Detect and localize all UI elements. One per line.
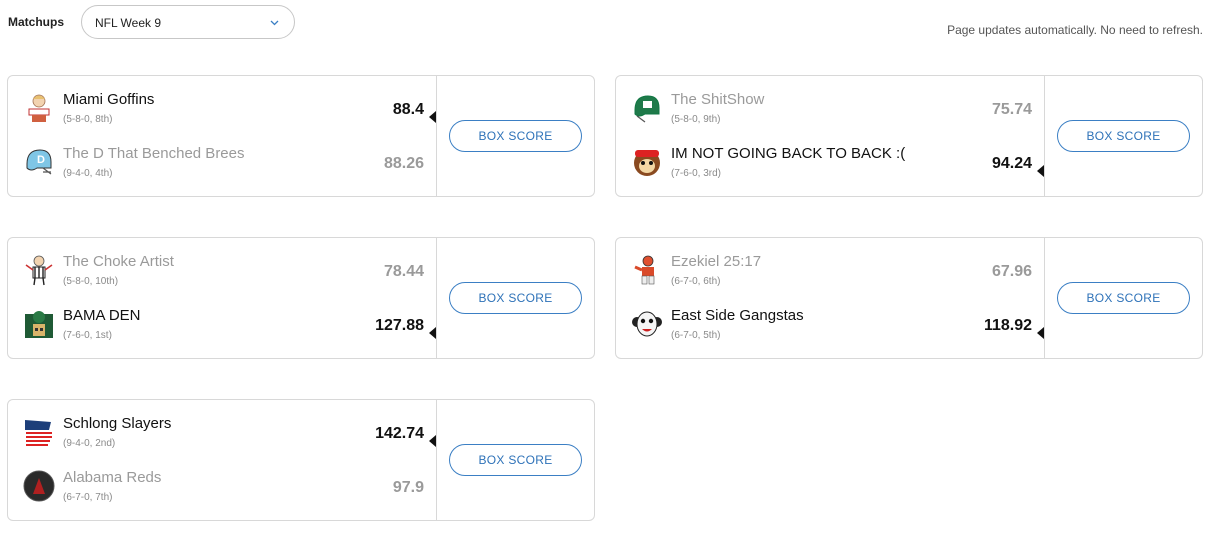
card-divider [1044, 76, 1045, 196]
card-divider [1044, 238, 1045, 358]
team-record: (5-8-0, 8th) [63, 114, 113, 125]
team-score: 142.74 [375, 425, 424, 442]
winner-arrow-icon [429, 111, 436, 123]
matchup-card: Ezekiel 25:17 (6-7-0, 6th) 67.96 East Si… [615, 237, 1203, 359]
box-score-button[interactable]: BOX SCORE [449, 282, 582, 314]
team-record: (9-4-0, 4th) [63, 168, 113, 179]
team-row[interactable]: The Choke Artist (5-8-0, 10th) 78.44 [8, 248, 436, 302]
team-record: (6-7-0, 6th) [671, 276, 721, 287]
svg-text:D: D [37, 154, 45, 166]
team-row[interactable]: East Side Gangstas (6-7-0, 5th) 118.92 [616, 302, 1044, 356]
team-name: IM NOT GOING BACK TO BACK :( [671, 145, 906, 162]
matchup-card: The ShitShow (5-8-0, 9th) 75.74 IM NOT G… [615, 75, 1203, 197]
chevron-down-icon [270, 20, 279, 26]
week-select-dropdown[interactable]: NFL Week 9 [81, 5, 295, 39]
team-record: (9-4-0, 2nd) [63, 438, 116, 449]
winner-arrow-icon [429, 435, 436, 447]
card-divider [436, 400, 437, 520]
team-row[interactable]: Ezekiel 25:17 (6-7-0, 6th) 67.96 [616, 248, 1044, 302]
matchups-label: Matchups [8, 15, 65, 29]
team-name: Alabama Reds [63, 469, 162, 486]
monkey-logo-icon [634, 150, 660, 176]
team-score: 78.44 [383, 263, 424, 280]
team-name: Miami Goffins [63, 91, 155, 108]
team-name: East Side Gangstas [671, 307, 804, 324]
team-record: (7-6-0, 3rd) [671, 168, 722, 179]
team-row[interactable]: The ShitShow (5-8-0, 9th) 75.74 [616, 86, 1044, 140]
team-row[interactable]: Schlong Slayers (9-4-0, 2nd) 142.74 [8, 410, 436, 464]
team-record: (7-6-0, 1st) [63, 330, 112, 341]
matchup-card: Schlong Slayers (9-4-0, 2nd) 142.74 Alab… [7, 399, 595, 521]
box-score-button[interactable]: BOX SCORE [1057, 282, 1190, 314]
auto-update-note: Page updates automatically. No need to r… [947, 23, 1203, 37]
referee-logo-icon [25, 255, 53, 286]
green-helmet-logo-icon [634, 95, 660, 123]
team-score: 97.9 [392, 479, 424, 496]
team-record: (6-7-0, 5th) [671, 330, 721, 341]
football-player-logo-icon [634, 255, 655, 285]
team-name: BAMA DEN [63, 307, 141, 324]
team-score: 75.74 [991, 101, 1032, 118]
week-select-value: NFL Week 9 [95, 16, 162, 30]
card-divider [436, 76, 437, 196]
team-score: 88.4 [392, 101, 424, 118]
playoffs-flag-logo-icon [25, 420, 52, 446]
team-record: (5-8-0, 10th) [63, 276, 119, 287]
card-divider [436, 238, 437, 358]
team-name: The D That Benched Brees [63, 145, 245, 162]
team-name: The ShitShow [671, 91, 765, 108]
team-name: Schlong Slayers [63, 415, 172, 432]
box-score-button[interactable]: BOX SCORE [449, 120, 582, 152]
winner-arrow-icon [1037, 165, 1044, 177]
team-row[interactable]: BAMA DEN (7-6-0, 1st) 127.88 [8, 302, 436, 356]
box-score-button[interactable]: BOX SCORE [1057, 120, 1190, 152]
team-score: 127.88 [375, 317, 424, 334]
team-record: (5-8-0, 9th) [671, 114, 721, 125]
cartoon-person-logo-icon [28, 94, 50, 122]
team-score: 67.96 [991, 263, 1032, 280]
team-score: 88.26 [383, 155, 424, 172]
clown-logo-icon [632, 311, 662, 337]
winner-arrow-icon [429, 327, 436, 339]
matchup-card: Miami Goffins (5-8-0, 8th) 88.4 D The D … [7, 75, 595, 197]
team-score: 94.24 [991, 155, 1032, 172]
team-row[interactable]: D The D That Benched Brees (9-4-0, 4th) … [8, 140, 436, 194]
box-score-button[interactable]: BOX SCORE [449, 444, 582, 476]
team-name: The Choke Artist [63, 253, 174, 270]
team-row[interactable]: IM NOT GOING BACK TO BACK :( (7-6-0, 3rd… [616, 140, 1044, 194]
team-score: 118.92 [983, 317, 1032, 334]
dark-circle-logo-icon [23, 470, 55, 502]
winner-arrow-icon [1037, 327, 1044, 339]
helmet-logo-icon: D [26, 149, 52, 175]
matchups-header: Matchups NFL Week 9 Page updates automat… [0, 0, 1214, 44]
green-building-logo-icon [25, 311, 53, 338]
matchup-card: The Choke Artist (5-8-0, 10th) 78.44 BAM… [7, 237, 595, 359]
team-name: Ezekiel 25:17 [671, 253, 762, 270]
team-row[interactable]: Alabama Reds (6-7-0, 7th) 97.9 [8, 464, 436, 518]
team-record: (6-7-0, 7th) [63, 492, 113, 503]
team-row[interactable]: Miami Goffins (5-8-0, 8th) 88.4 [8, 86, 436, 140]
